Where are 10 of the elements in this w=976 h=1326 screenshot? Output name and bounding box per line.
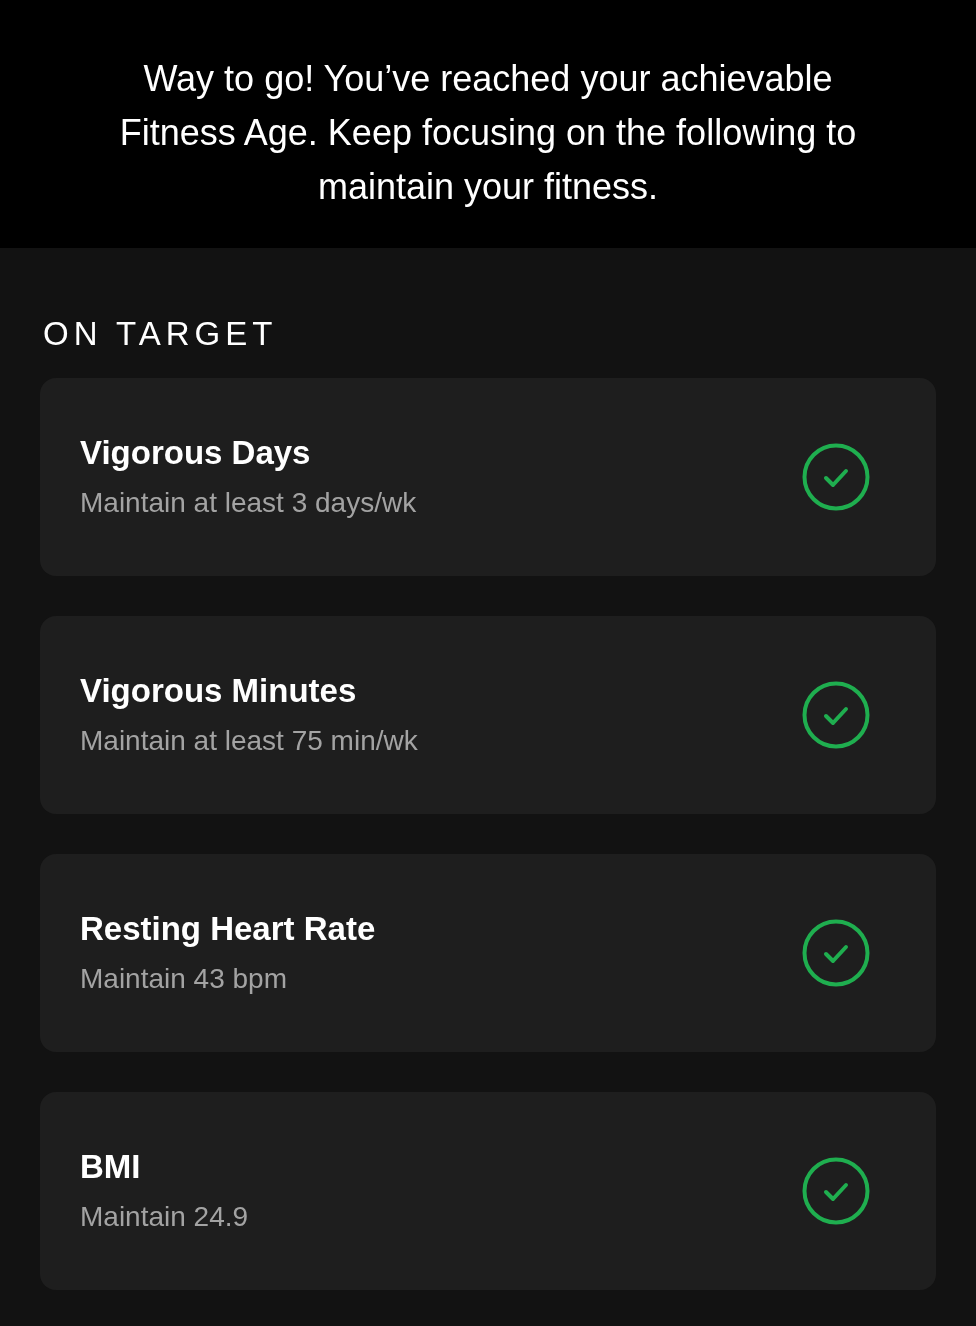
goal-subtitle: Maintain at least 3 days/wk	[80, 486, 417, 520]
goal-title: Resting Heart Rate	[80, 909, 376, 949]
goal-title: Vigorous Days	[80, 433, 311, 473]
goal-subtitle: Maintain 43 bpm	[80, 962, 287, 996]
goal-subtitle: Maintain 24.9	[80, 1200, 249, 1234]
goal-title: BMI	[80, 1147, 141, 1187]
section-title: ON TARGET	[43, 314, 278, 354]
goal-subtitle: Maintain at least 75 min/wk	[80, 724, 418, 758]
goal-title: Vigorous Minutes	[80, 671, 357, 711]
banner-message: Way to go! You’ve reached your achievable Fitness Age. Keep focusing on the following to maintain your fitness.	[118, 57, 858, 209]
